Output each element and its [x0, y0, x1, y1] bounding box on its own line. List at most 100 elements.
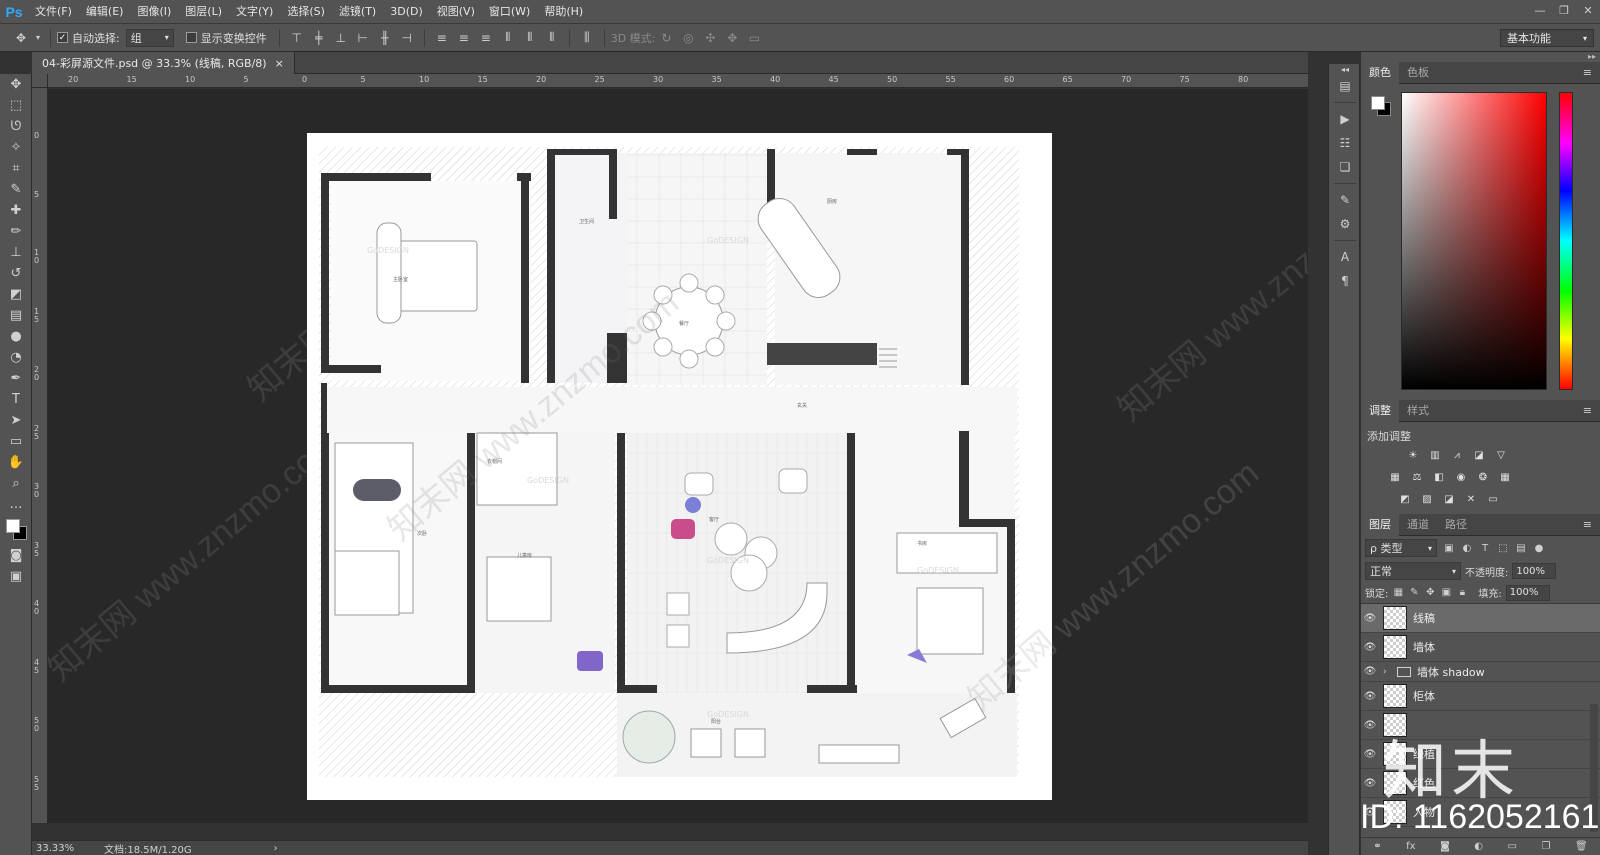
auto-select-dropdown[interactable]: 组 ▾	[125, 28, 174, 47]
tab-color[interactable]: 颜色	[1361, 61, 1399, 84]
restore-button[interactable]: ❐	[1552, 0, 1576, 20]
tab-channels[interactable]: 通道	[1399, 514, 1437, 536]
new-adjustment-icon[interactable]: ◐	[1474, 841, 1483, 852]
blur-tool-icon[interactable]: ●	[0, 326, 32, 347]
type-tool-icon[interactable]: T	[0, 389, 32, 410]
menu-3d[interactable]: 3D(D)	[383, 0, 430, 24]
invert-icon[interactable]: ◩	[1397, 492, 1413, 506]
link-layers-icon[interactable]: ⚭	[1373, 841, 1381, 852]
saturation-brightness-field[interactable]	[1401, 92, 1547, 390]
move-tool-icon[interactable]: ✥	[12, 29, 30, 47]
selective-color-icon[interactable]: ✕	[1463, 492, 1479, 506]
rectangle-tool-icon[interactable]: ▭	[0, 431, 32, 452]
filter-adjustment-icon[interactable]: ◐	[1461, 543, 1473, 554]
vibrance-icon[interactable]: ▽	[1493, 448, 1509, 462]
align-left-icon[interactable]: ⊢	[354, 29, 372, 47]
properties-panel-icon[interactable]: ☷	[1329, 131, 1361, 155]
hand-tool-icon[interactable]: ✋	[0, 452, 32, 473]
filter-type-icon[interactable]: T	[1479, 543, 1491, 554]
layer-row[interactable]: 👁︎ 柜体	[1361, 682, 1600, 711]
visibility-eye-icon[interactable]: 👁︎	[1361, 613, 1379, 624]
lock-position-icon[interactable]: ✥	[1424, 587, 1436, 598]
menu-view[interactable]: 视图(V)	[430, 0, 482, 24]
visibility-eye-icon[interactable]: 👁︎	[1361, 691, 1379, 702]
blend-mode-dropdown[interactable]: 正常 ▾	[1365, 562, 1461, 580]
history-panel-icon[interactable]: ▤	[1329, 74, 1361, 98]
history-brush-tool-icon[interactable]: ↺	[0, 263, 32, 284]
align-top-icon[interactable]: ⊤	[288, 29, 306, 47]
clone-stamp-tool-icon[interactable]: ⊥	[0, 242, 32, 263]
distribute-right-icon[interactable]: ⦀	[543, 29, 561, 47]
horizontal-ruler[interactable]: 20 15 10 5 0 5 10 15 20 25 30 35 40 45 50 55 60 65 70 75 80	[48, 74, 1308, 88]
document-tab[interactable]: 04-彩屏源文件.psd @ 33.3% (线稿, RGB/8) ×	[32, 52, 295, 74]
new-group-icon[interactable]: ▭	[1508, 841, 1517, 852]
filter-pixel-icon[interactable]: ▣	[1443, 543, 1455, 554]
drag-3d-icon[interactable]: ✣	[701, 29, 719, 47]
tab-paths[interactable]: 路径	[1437, 514, 1475, 536]
opacity-field[interactable]: 100%	[1512, 563, 1557, 579]
brush-tool-icon[interactable]: ✏	[0, 221, 32, 242]
eyedropper-tool-icon[interactable]: ✎	[0, 179, 32, 200]
path-selection-tool-icon[interactable]: ➤	[0, 410, 32, 431]
healing-brush-tool-icon[interactable]: ✚	[0, 200, 32, 221]
distribute-bottom-icon[interactable]: ≡	[477, 29, 495, 47]
visibility-eye-icon[interactable]: 👁︎	[1361, 666, 1379, 677]
gradient-tool-icon[interactable]: ▤	[0, 305, 32, 326]
align-bottom-icon[interactable]: ⊥	[332, 29, 350, 47]
character-panel-icon[interactable]: A	[1329, 245, 1361, 269]
menu-image[interactable]: 图像(I)	[130, 0, 178, 24]
visibility-eye-icon[interactable]: 👁︎	[1361, 749, 1379, 760]
layer-filter-dropdown[interactable]: ρ 类型 ▾	[1365, 539, 1437, 557]
add-mask-icon[interactable]: ◙	[1440, 841, 1450, 852]
chevron-right-icon[interactable]: ›	[1383, 667, 1395, 677]
ruler-corner[interactable]	[32, 74, 48, 88]
tab-styles[interactable]: 样式	[1399, 400, 1437, 422]
zoom-tool-icon[interactable]: ⌕	[0, 473, 32, 494]
collapse-arrows-icon[interactable]: ◂◂	[1329, 64, 1361, 74]
layer-name[interactable]: 墙体	[1413, 639, 1435, 655]
collapse-arrows-icon[interactable]: ▸▸	[1588, 52, 1596, 62]
paragraph-panel-icon[interactable]: ¶	[1329, 269, 1361, 293]
quick-mask-icon[interactable]: ◙	[0, 545, 32, 566]
eraser-tool-icon[interactable]: ◩	[0, 284, 32, 305]
dodge-tool-icon[interactable]: ◔	[0, 347, 32, 368]
gradient-map-icon[interactable]: ▭	[1485, 492, 1501, 506]
slide-3d-icon[interactable]: ✥	[723, 29, 741, 47]
document-canvas[interactable]: 主卧室 卫生间 餐厅 厨房 客厅 次卧 儿童房 书房 阳台 玄关 衣帽间 GoD…	[307, 133, 1052, 800]
black-white-icon[interactable]: ◧	[1431, 470, 1447, 484]
color-balance-icon[interactable]: ⚖	[1409, 470, 1425, 484]
foreground-color-swatch[interactable]	[6, 519, 20, 533]
actions-panel-icon[interactable]: ▶	[1329, 107, 1361, 131]
visibility-eye-icon[interactable]: 👁︎	[1361, 720, 1379, 731]
menu-filter[interactable]: 滤镜(T)	[332, 0, 383, 24]
distribute-hcenter-icon[interactable]: ⦀	[521, 29, 539, 47]
align-vcenter-icon[interactable]: ╪	[310, 29, 328, 47]
screen-mode-icon[interactable]: ▣	[0, 566, 32, 587]
roll-3d-icon[interactable]: ◎	[679, 29, 697, 47]
zoom-level[interactable]: 33.33%	[32, 843, 74, 854]
visibility-eye-icon[interactable]: 👁︎	[1361, 778, 1379, 789]
pen-tool-icon[interactable]: ✒	[0, 368, 32, 389]
threshold-icon[interactable]: ◪	[1441, 492, 1457, 506]
tab-adjustments[interactable]: 调整	[1361, 399, 1399, 422]
panel-menu-icon[interactable]: ≡	[1583, 66, 1592, 79]
tab-layers[interactable]: 图层	[1361, 513, 1399, 536]
layer-name[interactable]: 柜体	[1413, 688, 1435, 704]
vertical-ruler[interactable]: 0 5 1 0 1 5 2 0 2 5 3 0 3 5 4 0 4 5 5 0 5 5	[32, 88, 48, 823]
foreground-color-swatch[interactable]	[1371, 96, 1385, 110]
lock-transparency-icon[interactable]: ▦	[1392, 587, 1404, 598]
levels-icon[interactable]: ▥	[1427, 448, 1443, 462]
workspace-dropdown[interactable]: 基本功能 ▾	[1500, 29, 1594, 47]
show-transform-checkbox[interactable]	[185, 32, 197, 43]
auto-select-checkbox[interactable]: ✓	[57, 32, 68, 43]
tool-preset-chevron-icon[interactable]: ▾	[34, 29, 42, 47]
hue-saturation-icon[interactable]: ▦	[1387, 470, 1403, 484]
photo-filter-icon[interactable]: ◉	[1453, 470, 1469, 484]
fill-field[interactable]: 100%	[1505, 584, 1550, 601]
curves-icon[interactable]: ⩘	[1449, 448, 1465, 462]
lasso-tool-icon[interactable]: ᘎ	[0, 116, 32, 137]
move-tool-icon[interactable]: ✥	[0, 74, 32, 95]
brush-presets-icon[interactable]: ⚙	[1329, 212, 1361, 236]
layer-comps-icon[interactable]: ❏	[1329, 155, 1361, 179]
hue-slider[interactable]	[1559, 92, 1573, 390]
